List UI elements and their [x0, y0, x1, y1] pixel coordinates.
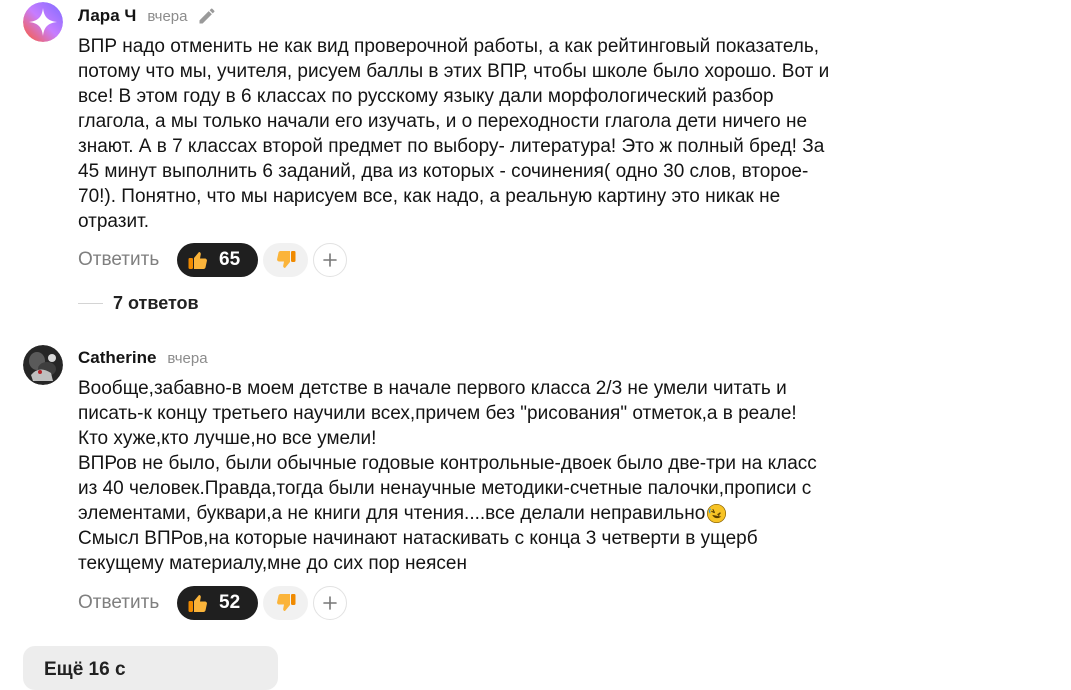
replies-divider: [78, 302, 103, 304]
comment-time: вчера: [147, 7, 188, 25]
comment-text-line: писать-к концу третьего научили всех,при…: [78, 403, 797, 424]
add-reaction-button[interactable]: [313, 586, 347, 620]
comment-text: Вообще,забавно-в моем детстве в начале п…: [78, 376, 817, 576]
comment-text-line: элементами, буквари,а не книги для чтени…: [78, 503, 706, 524]
thumbs-down-icon: [276, 594, 295, 611]
like-count: 65: [219, 249, 241, 270]
like-button[interactable]: 52: [177, 586, 258, 620]
comment-text-line: из 40 человек.Правда,тогда были ненаучны…: [78, 478, 812, 499]
comment-text-line: все! В этом году в 6 классах по русскому…: [78, 86, 774, 107]
pencil-icon: [199, 8, 215, 24]
comment-text-line: 70!). Понятно, что мы нарисуем все, как …: [78, 186, 781, 207]
comment-header: Catherine вчера: [78, 346, 208, 370]
comment-text-line: Кто хуже,кто лучше,но все умели!: [78, 428, 377, 449]
avatar-photo-icon: [23, 345, 63, 385]
comment-actions: Ответить 52: [78, 586, 347, 620]
comment-text: ВПР надо отменить не как вид проверочной…: [78, 34, 829, 234]
avatar-logo-icon: [23, 2, 63, 42]
comment-header: Лара Ч вчера: [78, 4, 217, 28]
avatar[interactable]: [23, 2, 63, 42]
plus-icon: [323, 596, 337, 610]
reply-button[interactable]: Ответить: [78, 249, 177, 271]
avatar[interactable]: [23, 345, 63, 385]
comment-text-line: ВПР надо отменить не как вид проверочной…: [78, 36, 820, 57]
comment-text-line: 45 минут выполнить 6 заданий, два из кот…: [78, 161, 809, 182]
show-more-label: Ещё 16 с: [44, 659, 126, 680]
comment-time: вчера: [167, 349, 208, 367]
like-count: 52: [219, 592, 241, 613]
replies-count[interactable]: 7 ответов: [113, 293, 199, 314]
comment-text-line: отразит.: [78, 211, 149, 232]
comment-text-line: Смысл ВПРов,на которые начинают натаскив…: [78, 528, 758, 549]
plus-icon: [323, 253, 337, 267]
dislike-button[interactable]: [263, 243, 308, 277]
dislike-button[interactable]: [263, 586, 308, 620]
comment-text-line-with-emoji: элементами, буквари,а не книги для чтени…: [78, 501, 817, 526]
thumbs-up-icon: [188, 595, 207, 612]
rolling-laughing-emoji-icon: [707, 503, 727, 524]
comment-text-line: текущему материалу,мне до сих пор неясен: [78, 553, 467, 574]
comment-text-line: глагола, а мы только начали его изучать,…: [78, 111, 808, 132]
comment-text-line: ВПРов не было, были обычные годовые конт…: [78, 453, 817, 474]
comment-text-line: потому что мы, учителя, рисуем баллы в э…: [78, 61, 830, 82]
thumbs-down-icon: [276, 251, 295, 268]
author-name[interactable]: Catherine: [78, 348, 156, 368]
reply-button[interactable]: Ответить: [78, 592, 177, 614]
like-button[interactable]: 65: [177, 243, 258, 277]
replies-toggle[interactable]: 7 ответов: [78, 291, 199, 315]
comment-actions: Ответить 65: [78, 243, 347, 277]
show-more-comments-button[interactable]: Ещё 16 с: [23, 646, 278, 690]
author-name[interactable]: Лара Ч: [78, 6, 136, 26]
comment-text-line: Вообще,забавно-в моем детстве в начале п…: [78, 378, 787, 399]
comment-text-line: знают. А в 7 классах второй предмет по в…: [78, 136, 825, 157]
thumbs-up-icon: [188, 252, 207, 269]
add-reaction-button[interactable]: [313, 243, 347, 277]
